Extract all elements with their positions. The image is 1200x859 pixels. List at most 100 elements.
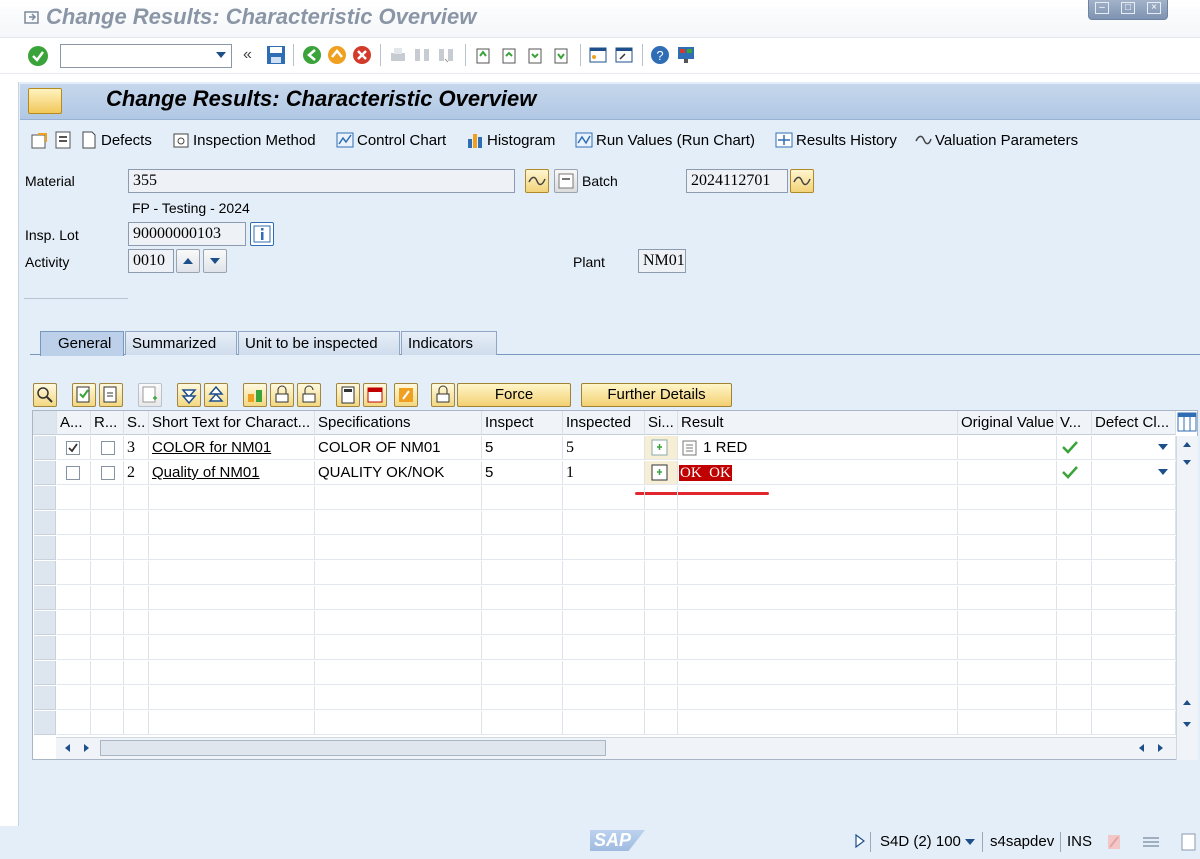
table-cell[interactable] xyxy=(91,436,124,460)
defects-button[interactable]: Defects xyxy=(80,128,152,152)
code-list-icon[interactable] xyxy=(681,440,699,456)
run-values-button[interactable]: Run Values (Run Chart) xyxy=(575,128,755,152)
table-cell[interactable] xyxy=(1092,461,1176,485)
column-header[interactable]: R... xyxy=(91,411,124,435)
checkbox[interactable] xyxy=(101,466,115,481)
app-menu-icon[interactable] xyxy=(28,88,62,114)
collapse-icon[interactable]: « xyxy=(243,46,252,64)
play-icon[interactable] xyxy=(854,834,866,848)
tab-indicators[interactable]: Indicators xyxy=(401,331,497,355)
row-selector[interactable] xyxy=(34,611,56,635)
menu-icon[interactable] xyxy=(24,10,40,26)
checkbox[interactable] xyxy=(66,466,80,481)
table-cell[interactable] xyxy=(645,461,678,485)
results-history-button[interactable]: Results History xyxy=(775,128,897,152)
minimize-icon[interactable]: – xyxy=(1095,2,1109,14)
column-header[interactable]: Inspect xyxy=(482,411,563,435)
row-selector[interactable] xyxy=(34,511,56,535)
column-header[interactable]: Result xyxy=(678,411,958,435)
cancel-icon[interactable] xyxy=(352,45,372,65)
lock-icon[interactable] xyxy=(270,383,294,407)
change-icon[interactable] xyxy=(30,130,50,150)
previous-page-icon[interactable] xyxy=(499,45,519,65)
batch-characteristic-icon[interactable] xyxy=(790,169,814,193)
scroll-left-right-icon[interactable] xyxy=(1136,741,1166,755)
formula-icon[interactable] xyxy=(394,383,418,407)
insp-lot-field[interactable]: 90000000103 xyxy=(128,222,246,246)
row-selector[interactable] xyxy=(34,486,56,510)
select-all-icon[interactable] xyxy=(72,383,96,407)
row-selector[interactable] xyxy=(34,561,56,585)
system-info[interactable]: S4D (2) 100 xyxy=(880,833,961,850)
close-icon[interactable]: × xyxy=(1147,2,1161,14)
row-selector[interactable] xyxy=(34,536,56,560)
batch-field[interactable]: 2024112701 xyxy=(686,169,788,193)
page-icon[interactable] xyxy=(1180,832,1198,852)
command-field[interactable] xyxy=(60,44,232,68)
scroll-down-icon[interactable] xyxy=(1180,695,1194,731)
calendar-icon[interactable] xyxy=(363,383,387,407)
insert-row-icon[interactable] xyxy=(138,383,162,407)
find-icon[interactable] xyxy=(412,45,432,65)
previous-activity-button[interactable] xyxy=(176,249,200,273)
column-header[interactable]: A... xyxy=(57,411,91,435)
column-header[interactable]: Specifications xyxy=(315,411,482,435)
plant-field[interactable]: NM01 xyxy=(638,249,686,273)
first-page-icon[interactable] xyxy=(473,45,493,65)
table-cell[interactable]: 1 xyxy=(563,461,645,485)
column-header[interactable]: S.. xyxy=(124,411,149,435)
table-cell[interactable]: OK OK xyxy=(678,461,958,485)
inspection-method-button[interactable]: Inspection Method xyxy=(172,128,316,152)
column-header[interactable]: Short Text for Charact... xyxy=(149,411,315,435)
checkbox[interactable] xyxy=(101,441,115,456)
print-icon[interactable] xyxy=(388,45,408,65)
assign-icon[interactable] xyxy=(243,383,267,407)
result-input[interactable]: OK OK xyxy=(679,465,732,481)
histogram-button[interactable]: Histogram xyxy=(466,128,555,152)
last-page-icon[interactable] xyxy=(551,45,571,65)
control-chart-button[interactable]: Control Chart xyxy=(336,128,446,152)
back-icon[interactable] xyxy=(302,45,322,65)
exit-icon[interactable] xyxy=(327,45,347,65)
force-button[interactable]: Force xyxy=(457,383,571,407)
command-input[interactable] xyxy=(61,45,211,65)
table-cell[interactable] xyxy=(91,461,124,485)
expand-all-icon[interactable] xyxy=(177,383,201,407)
dropdown-icon[interactable] xyxy=(1157,467,1169,477)
deselect-all-icon[interactable] xyxy=(99,383,123,407)
chevron-down-icon[interactable] xyxy=(216,52,226,58)
characteristic-link[interactable]: Quality of NM01 xyxy=(149,461,315,485)
table-cell[interactable] xyxy=(57,436,91,460)
table-cell[interactable]: 5 xyxy=(563,436,645,460)
scroll-left-right-icon[interactable] xyxy=(62,741,92,755)
calculator-icon[interactable] xyxy=(336,383,360,407)
further-details-button[interactable]: Further Details xyxy=(581,383,732,407)
display-icon[interactable] xyxy=(54,130,74,150)
tab-unit-to-be-inspected[interactable]: Unit to be inspected xyxy=(238,331,400,355)
find-next-icon[interactable] xyxy=(436,45,456,65)
characteristic-icon[interactable] xyxy=(525,169,549,193)
column-layout-icon[interactable] xyxy=(1177,412,1197,432)
customize-layout-icon[interactable] xyxy=(676,45,696,65)
tab-general[interactable]: General xyxy=(40,331,124,356)
dropdown-icon[interactable] xyxy=(964,838,976,846)
single-results-icon[interactable] xyxy=(648,439,670,457)
enter-icon[interactable] xyxy=(27,45,49,67)
characteristic-link[interactable]: COLOR for NM01 xyxy=(149,436,315,460)
column-header[interactable]: V... xyxy=(1057,411,1092,435)
row-selector[interactable] xyxy=(34,686,56,710)
dropdown-icon[interactable] xyxy=(1157,442,1169,452)
batch-display-icon[interactable] xyxy=(554,169,578,193)
checkbox[interactable] xyxy=(66,441,80,456)
help-icon[interactable]: ? xyxy=(650,45,670,65)
row-selector[interactable] xyxy=(34,436,56,460)
shortcut-icon[interactable] xyxy=(614,45,634,65)
column-header[interactable]: Inspected xyxy=(563,411,645,435)
row-selector[interactable] xyxy=(34,636,56,660)
column-header[interactable]: Si... xyxy=(645,411,678,435)
valuation-parameters-button[interactable]: Valuation Parameters xyxy=(914,128,1078,152)
save-icon[interactable] xyxy=(266,45,286,65)
input-mode[interactable]: INS xyxy=(1067,833,1092,850)
row-selector[interactable] xyxy=(34,461,56,485)
maximize-icon[interactable]: □ xyxy=(1121,2,1135,14)
